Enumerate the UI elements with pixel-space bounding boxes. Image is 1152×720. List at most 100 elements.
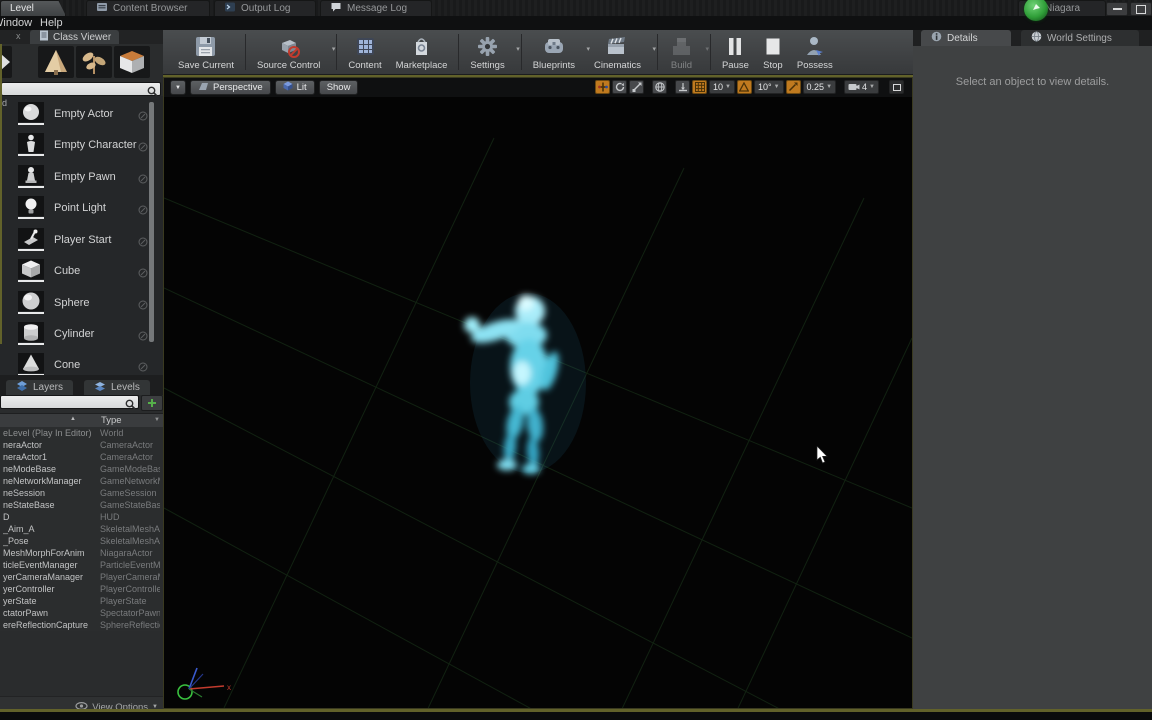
class-search-input[interactable] <box>5 83 132 95</box>
scale-snap-button[interactable] <box>785 80 801 94</box>
tab-class-viewer[interactable]: Class Viewer <box>30 30 120 44</box>
world-coordinate-button[interactable] <box>652 80 667 94</box>
minimize-button[interactable] <box>1106 2 1128 16</box>
table-row[interactable]: _Aim_A SkeletalMeshAct <box>0 523 163 535</box>
drag-grip-icon[interactable] <box>138 328 148 346</box>
viewport-options-button[interactable]: ▼ <box>170 80 186 95</box>
rotation-snap-value[interactable]: 10° ▼ <box>753 80 784 94</box>
table-row[interactable]: neraActor1 CameraActor <box>0 451 163 463</box>
surface-snap-button[interactable] <box>675 80 690 94</box>
dropdown-caret-icon[interactable]: ▾ <box>652 45 656 53</box>
table-row[interactable]: yerController PlayerController <box>0 583 163 595</box>
blueprints-label: Blueprints <box>532 60 575 71</box>
build-icon <box>669 34 694 59</box>
tab-message-log[interactable]: Message Log <box>320 0 432 16</box>
source-control-button[interactable]: Source Control ▾ <box>250 33 335 72</box>
dropdown-caret-icon[interactable]: ▾ <box>332 45 336 53</box>
maximize-viewport-button[interactable] <box>889 80 904 94</box>
toolbar-separator <box>336 34 338 70</box>
table-row[interactable]: yerState PlayerState <box>0 595 163 607</box>
menu-help[interactable]: Help <box>34 16 69 30</box>
landscape-mode-icon[interactable] <box>38 46 74 78</box>
table-row[interactable]: ticleEventManager ParticleEventMa <box>0 559 163 571</box>
save-current-button[interactable]: Save Current <box>171 33 241 72</box>
table-row[interactable]: _Pose SkeletalMeshAct <box>0 535 163 547</box>
chevron-down-icon[interactable]: ▼ <box>154 417 160 423</box>
add-actor-button[interactable] <box>141 395 163 411</box>
drag-grip-icon[interactable] <box>138 265 148 283</box>
maximize-button[interactable] <box>1130 2 1152 16</box>
tab-output-log[interactable]: Output Log <box>214 0 316 16</box>
stop-button[interactable]: Stop <box>756 33 790 72</box>
list-item-empty-character[interactable]: Empty Character <box>0 131 150 161</box>
table-row[interactable]: eLevel (Play In Editor) World <box>0 427 163 439</box>
pause-button[interactable]: Pause <box>715 33 756 72</box>
outliner-row-type: SpectatorPawn <box>100 608 160 618</box>
show-button[interactable]: Show <box>318 80 359 95</box>
grid-snap-button[interactable] <box>692 80 707 94</box>
scale-snap-value[interactable]: 0.25 ▼ <box>802 80 837 94</box>
list-item-empty-pawn[interactable]: Empty Pawn <box>0 163 150 193</box>
geometry-mode-icon[interactable] <box>114 46 150 78</box>
table-row[interactable]: neNetworkManager GameNetworkMa <box>0 475 163 487</box>
scale-tool-button[interactable] <box>629 80 644 94</box>
list-item-empty-actor[interactable]: Empty Actor <box>0 100 150 130</box>
drag-grip-icon[interactable] <box>138 139 148 157</box>
tab-level[interactable]: Level <box>0 0 66 16</box>
tab-layers[interactable]: Layers <box>6 380 74 395</box>
tab-niagara-label: Niagara <box>1045 3 1081 14</box>
close-icon[interactable]: x <box>16 31 21 41</box>
drag-grip-icon[interactable] <box>138 171 148 189</box>
possess-button[interactable]: Possess <box>790 33 840 72</box>
list-item-point-light[interactable]: Point Light <box>0 194 150 224</box>
sort-arrow-icon[interactable]: ▲ <box>70 416 76 422</box>
blueprints-button[interactable]: Blueprints ▾ <box>526 33 590 72</box>
toolbar-separator <box>520 34 522 70</box>
marketplace-button[interactable]: Marketplace <box>389 33 455 72</box>
move-tool-button[interactable] <box>595 80 610 94</box>
tab-details[interactable]: Details <box>921 30 1011 46</box>
tab-levels[interactable]: Levels <box>84 380 150 395</box>
class-item-label: Sphere <box>54 297 90 309</box>
type-column-header[interactable]: Type <box>101 415 122 426</box>
table-row[interactable]: neModeBase GameModeBase <box>0 463 163 475</box>
bottom-strip <box>0 712 1152 720</box>
grid-snap-value[interactable]: 10 ▼ <box>709 80 735 94</box>
outliner-row-name: neStateBase <box>3 500 55 510</box>
outliner-search-input[interactable] <box>4 396 114 408</box>
table-row[interactable]: yerCameraManager PlayerCameraM <box>0 571 163 583</box>
list-item-sphere[interactable]: Sphere <box>0 289 150 319</box>
table-row[interactable]: ctatorPawn SpectatorPawn <box>0 607 163 619</box>
cylinder-thumb-icon <box>18 322 44 342</box>
camera-speed-control[interactable]: 4 ▼ <box>844 80 879 94</box>
drag-grip-icon[interactable] <box>138 202 148 220</box>
tab-content-browser[interactable]: Content Browser <box>86 0 210 16</box>
tab-world-settings[interactable]: World Settings <box>1021 30 1139 46</box>
table-row[interactable]: neSession GameSession <box>0 487 163 499</box>
dropdown-caret-icon[interactable]: ▾ <box>516 45 520 53</box>
outliner-search-box <box>0 395 139 410</box>
list-item-cylinder[interactable]: Cylinder <box>0 320 150 350</box>
table-row[interactable]: D HUD <box>0 511 163 523</box>
table-row[interactable]: MeshMorphForAnim NiagaraActor <box>0 547 163 559</box>
outliner-row-type: ParticleEventMa <box>100 560 160 570</box>
drag-grip-icon[interactable] <box>138 297 148 315</box>
menu-window[interactable]: Window <box>0 16 38 30</box>
settings-button[interactable]: Settings ▾ <box>463 33 520 72</box>
perspective-button[interactable]: Perspective <box>190 80 271 95</box>
table-row[interactable]: neraActor CameraActor <box>0 439 163 451</box>
table-row[interactable]: neStateBase GameStateBase <box>0 499 163 511</box>
drag-grip-icon[interactable] <box>138 234 148 252</box>
rotate-tool-button[interactable] <box>612 80 627 94</box>
foliage-mode-icon[interactable] <box>76 46 112 78</box>
drag-grip-icon[interactable] <box>138 108 148 126</box>
lit-button[interactable]: Lit <box>274 80 315 95</box>
cinematics-button[interactable]: Cinematics ▾ <box>587 33 656 72</box>
viewport[interactable]: ▼ Perspective Lit Show 10 ▼ 10° ▼ 0.25 ▼… <box>163 77 913 709</box>
content-button[interactable]: Content <box>341 33 388 72</box>
list-item-cube[interactable]: Cube <box>0 257 150 287</box>
list-item-player-start[interactable]: Player Start <box>0 226 150 256</box>
outliner-row-type: SkeletalMeshAct <box>100 536 160 546</box>
table-row[interactable]: ereReflectionCapture SphereReflectio <box>0 619 163 631</box>
rotation-snap-button[interactable] <box>736 80 752 94</box>
